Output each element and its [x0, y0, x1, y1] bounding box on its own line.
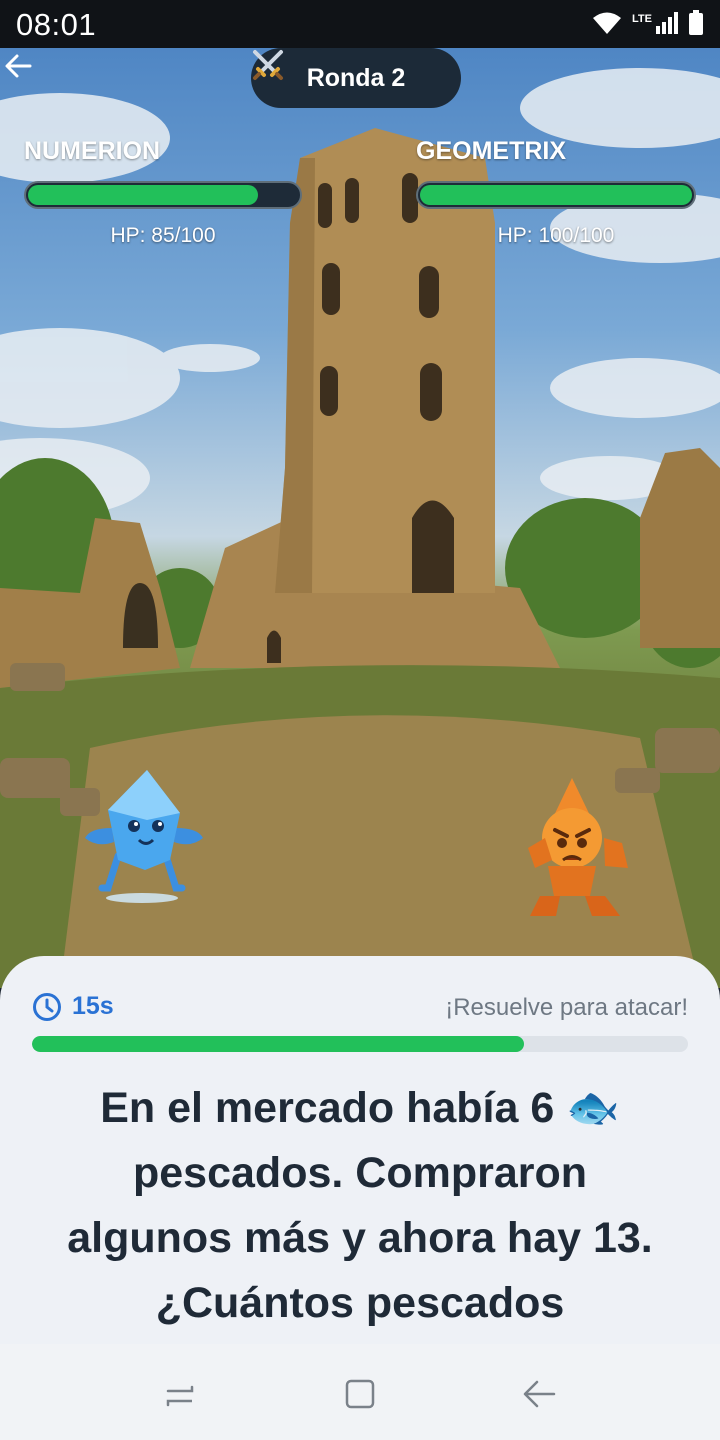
recent-apps-icon[interactable]	[160, 1374, 200, 1414]
navigation-bar	[0, 1344, 720, 1440]
enemy-hp-text: HP: 100/100	[497, 224, 615, 247]
signal-icon	[656, 12, 678, 34]
attack-hint: ¡Resuelve para atacar!	[445, 994, 688, 1021]
question-line: pescados. Compraron	[133, 1149, 587, 1197]
question-card: 15s ¡Resuelve para atacar! En el mercado…	[0, 956, 720, 1344]
status-bar: 08:01 LTE	[0, 0, 720, 48]
timer-text: 15s	[72, 992, 114, 1020]
round-indicator: Ronda 2	[251, 48, 461, 108]
question-line: ¿Cuántos pescados	[155, 1279, 565, 1327]
round-label: Ronda 2	[306, 63, 406, 92]
clock-icon	[33, 993, 61, 1021]
question-text: En el mercado había 6 🐟 pescados. Compra…	[30, 1076, 690, 1336]
enemy-hp-fill	[420, 185, 692, 205]
wifi-icon	[593, 12, 622, 34]
back-arrow-icon[interactable]	[0, 48, 36, 84]
status-time: 08:01	[16, 7, 97, 42]
home-icon[interactable]	[340, 1374, 380, 1414]
status-icons: LTE	[592, 10, 704, 36]
player-hp-text: HP: 85/100	[110, 224, 216, 247]
timer-progress-fill	[32, 1036, 524, 1052]
network-type: LTE	[632, 13, 652, 25]
battery-icon	[689, 10, 703, 35]
player-hp-bar	[24, 181, 302, 209]
timer-progress-bar	[32, 1036, 688, 1052]
battle-scene: Ronda 2 NUMERION HP: 85/100 GEOMETRIX HP…	[0, 48, 720, 988]
question-line: algunos más y ahora hay 13.	[67, 1214, 653, 1262]
enemy-hp-bar	[416, 181, 696, 209]
enemy-name: GEOMETRIX	[416, 137, 567, 165]
question-line: En el mercado había 6 🐟	[100, 1084, 620, 1132]
back-icon[interactable]	[520, 1374, 560, 1414]
player-hp-fill	[28, 185, 258, 205]
player-name: NUMERION	[24, 137, 161, 165]
crossed-swords-icon	[253, 50, 283, 80]
